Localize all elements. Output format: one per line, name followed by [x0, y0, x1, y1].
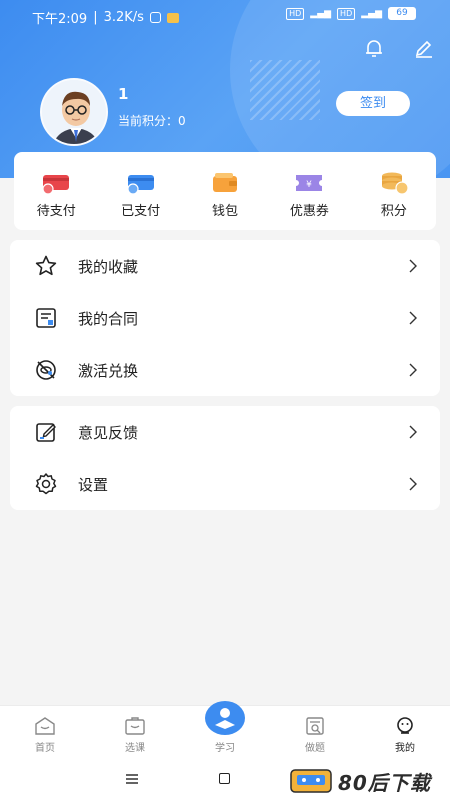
quick-item-points[interactable]: 积分: [352, 152, 436, 230]
points-icon: [381, 172, 409, 195]
status-bar: 下午2:09 | 3.2K/s HD ▂▄▆ HD ▂▄▆ 69: [0, 0, 450, 32]
coupon-icon: ¥: [296, 175, 323, 191]
points-label: 当前积分：0: [118, 114, 186, 128]
tab-label-exercise: 做题: [305, 743, 325, 754]
quick-item-coupon[interactable]: ¥ 优惠券: [267, 152, 351, 230]
quick-label-wallet: 钱包: [212, 204, 239, 219]
chevron-right-icon: [409, 259, 417, 273]
menu-item-feedback[interactable]: 意见反馈: [10, 406, 440, 458]
menu-item-contract[interactable]: 我的合同: [10, 292, 440, 344]
tab-home[interactable]: 首页: [0, 706, 90, 760]
paid-icon: [127, 175, 154, 195]
tab-study[interactable]: [205, 701, 245, 735]
menu-label-favorites: 我的收藏: [78, 257, 139, 276]
menu-group-1: 我的收藏 我的合同 激活兑换: [10, 240, 440, 396]
quick-label-pending: 待支付: [36, 204, 76, 219]
home-button-icon[interactable]: [219, 773, 230, 784]
status-speed: 3.2K/s: [103, 10, 144, 25]
hd-icon: HD: [286, 7, 305, 20]
username: 1: [118, 85, 129, 103]
course-icon: [125, 717, 145, 735]
home-icon: [35, 717, 55, 735]
svg-text:¥: ¥: [307, 180, 313, 190]
menu-label-settings: 设置: [78, 475, 109, 494]
star-icon: [35, 255, 57, 276]
gear-icon: [35, 473, 57, 495]
menu-item-settings[interactable]: 设置: [10, 458, 440, 510]
message-icon: [166, 12, 179, 23]
menu-icon[interactable]: [126, 774, 138, 784]
pending-payment-icon: [42, 175, 70, 195]
menu-item-favorites[interactable]: 我的收藏: [10, 240, 440, 292]
chevron-right-icon: [409, 311, 417, 325]
exercise-icon: [306, 717, 324, 735]
status-time: 下午2:09: [32, 12, 88, 27]
tab-exercise[interactable]: 做题: [270, 706, 360, 760]
avatar[interactable]: [40, 78, 108, 146]
quick-label-points: 积分: [380, 204, 407, 219]
profile-icon: [397, 717, 413, 734]
tab-label-study: 学习: [215, 743, 235, 754]
quick-item-wallet[interactable]: 钱包: [183, 152, 267, 230]
menu-label-contract: 我的合同: [78, 309, 139, 328]
watermark-logo-icon: [290, 769, 332, 793]
quick-item-pending-payment[interactable]: 待支付: [14, 152, 98, 230]
study-icon: [215, 708, 235, 729]
tab-label-profile: 我的: [395, 743, 415, 754]
quick-label-paid: 已支付: [121, 204, 161, 219]
wallet-icon: [213, 173, 238, 192]
chevron-right-icon: [409, 425, 417, 439]
notification-icon: [149, 12, 161, 23]
menu-group-2: 意见反馈 设置: [10, 406, 440, 510]
edit-icon[interactable]: [412, 36, 436, 60]
signal-icon-2: ▂▄▆: [361, 8, 382, 19]
watermark: 80后下载: [290, 766, 450, 796]
activate-icon: [36, 360, 56, 380]
feedback-icon: [36, 423, 56, 442]
signal-icon: ▂▄▆: [310, 8, 332, 19]
battery-icon: 69: [388, 7, 416, 20]
hd-icon-2: HD: [337, 7, 356, 20]
menu-label-activate: 激活兑换: [78, 361, 139, 380]
chevron-right-icon: [409, 477, 417, 491]
bell-icon[interactable]: [362, 36, 386, 60]
quick-actions-card: 待支付 已支付 钱包 ¥ 优惠券 积分: [14, 152, 436, 230]
menu-label-feedback: 意见反馈: [78, 423, 139, 442]
signin-button[interactable]: 签到: [336, 91, 410, 116]
quick-label-coupon: 优惠券: [289, 204, 329, 219]
contract-icon: [36, 308, 56, 328]
tab-course[interactable]: 选课: [90, 706, 180, 760]
watermark-text: 80后下载: [338, 770, 431, 795]
tab-label-home: 首页: [35, 743, 55, 754]
menu-item-activate[interactable]: 激活兑换: [10, 344, 440, 396]
chevron-right-icon: [409, 363, 417, 377]
tab-label-course: 选课: [125, 743, 145, 754]
quick-item-paid[interactable]: 已支付: [98, 152, 182, 230]
tab-profile[interactable]: 我的: [360, 706, 450, 760]
